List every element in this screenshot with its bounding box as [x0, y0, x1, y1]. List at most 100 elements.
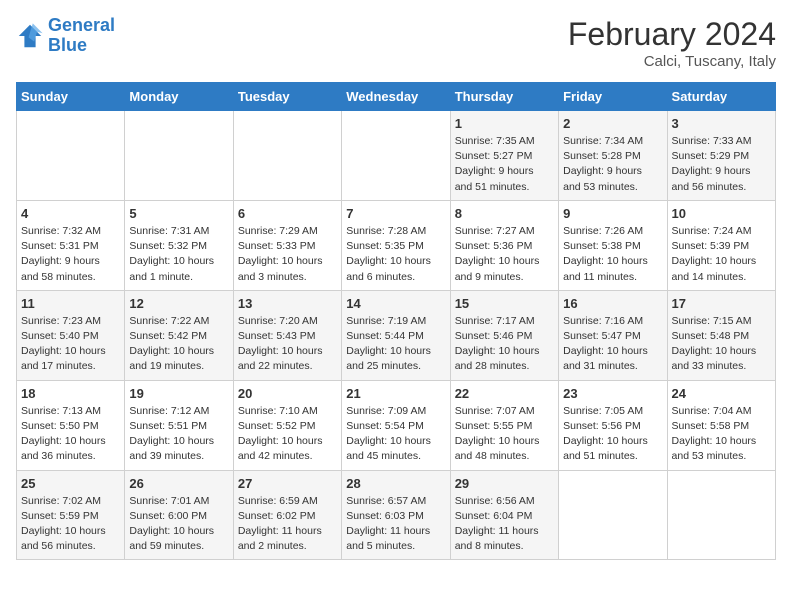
day-number: 2 [563, 116, 662, 131]
logo: General Blue [16, 16, 115, 56]
day-info: Sunrise: 7:07 AM Sunset: 5:55 PM Dayligh… [455, 404, 554, 465]
day-info: Sunrise: 7:09 AM Sunset: 5:54 PM Dayligh… [346, 404, 445, 465]
day-cell: 8 Sunrise: 7:27 AM Sunset: 5:36 PM Daylig… [450, 200, 558, 290]
day-info: Sunrise: 7:34 AM Sunset: 5:28 PM Dayligh… [563, 134, 662, 195]
day-info: Sunrise: 6:56 AM Sunset: 6:04 PM Dayligh… [455, 494, 554, 555]
week-row-4: 18 Sunrise: 7:13 AM Sunset: 5:50 PM Dayli… [17, 380, 776, 470]
col-header-monday: Monday [125, 83, 233, 111]
day-info: Sunrise: 7:15 AM Sunset: 5:48 PM Dayligh… [672, 314, 771, 375]
day-cell: 2 Sunrise: 7:34 AM Sunset: 5:28 PM Daylig… [559, 111, 667, 201]
day-info: Sunrise: 7:33 AM Sunset: 5:29 PM Dayligh… [672, 134, 771, 195]
day-cell: 5 Sunrise: 7:31 AM Sunset: 5:32 PM Daylig… [125, 200, 233, 290]
day-cell: 19 Sunrise: 7:12 AM Sunset: 5:51 PM Dayli… [125, 380, 233, 470]
day-number: 26 [129, 476, 228, 491]
day-info: Sunrise: 7:04 AM Sunset: 5:58 PM Dayligh… [672, 404, 771, 465]
day-cell [559, 470, 667, 560]
col-header-sunday: Sunday [17, 83, 125, 111]
day-number: 1 [455, 116, 554, 131]
day-cell: 1 Sunrise: 7:35 AM Sunset: 5:27 PM Daylig… [450, 111, 558, 201]
day-cell: 7 Sunrise: 7:28 AM Sunset: 5:35 PM Daylig… [342, 200, 450, 290]
day-number: 22 [455, 386, 554, 401]
day-number: 4 [21, 206, 120, 221]
day-number: 9 [563, 206, 662, 221]
day-info: Sunrise: 7:29 AM Sunset: 5:33 PM Dayligh… [238, 224, 337, 285]
day-cell [125, 111, 233, 201]
header: General Blue February 2024 Calci, Tuscan… [16, 16, 776, 70]
day-number: 21 [346, 386, 445, 401]
week-row-1: 1 Sunrise: 7:35 AM Sunset: 5:27 PM Daylig… [17, 111, 776, 201]
day-number: 14 [346, 296, 445, 311]
day-number: 18 [21, 386, 120, 401]
day-cell: 27 Sunrise: 6:59 AM Sunset: 6:02 PM Dayli… [233, 470, 341, 560]
day-cell: 25 Sunrise: 7:02 AM Sunset: 5:59 PM Dayli… [17, 470, 125, 560]
day-info: Sunrise: 7:12 AM Sunset: 5:51 PM Dayligh… [129, 404, 228, 465]
logo-text: General Blue [48, 16, 115, 56]
title-block: February 2024 Calci, Tuscany, Italy [568, 16, 776, 70]
day-number: 19 [129, 386, 228, 401]
day-number: 17 [672, 296, 771, 311]
day-number: 6 [238, 206, 337, 221]
day-info: Sunrise: 7:35 AM Sunset: 5:27 PM Dayligh… [455, 134, 554, 195]
day-cell [233, 111, 341, 201]
day-info: Sunrise: 7:27 AM Sunset: 5:36 PM Dayligh… [455, 224, 554, 285]
day-info: Sunrise: 7:31 AM Sunset: 5:32 PM Dayligh… [129, 224, 228, 285]
col-header-thursday: Thursday [450, 83, 558, 111]
location-subtitle: Calci, Tuscany, Italy [568, 53, 776, 70]
day-cell: 21 Sunrise: 7:09 AM Sunset: 5:54 PM Dayli… [342, 380, 450, 470]
day-info: Sunrise: 6:59 AM Sunset: 6:02 PM Dayligh… [238, 494, 337, 555]
day-info: Sunrise: 7:23 AM Sunset: 5:40 PM Dayligh… [21, 314, 120, 375]
day-cell: 13Sunrise: 7:20 AM Sunset: 5:43 PM Dayli… [233, 290, 341, 380]
day-info: Sunrise: 7:32 AM Sunset: 5:31 PM Dayligh… [21, 224, 120, 285]
month-title: February 2024 [568, 16, 776, 53]
day-cell: 12 Sunrise: 7:22 AM Sunset: 5:42 PM Dayli… [125, 290, 233, 380]
day-number: 12 [129, 296, 228, 311]
day-info: Sunrise: 7:20 AM Sunset: 5:43 PM Dayligh… [238, 314, 337, 375]
day-number: 8 [455, 206, 554, 221]
day-number: 29 [455, 476, 554, 491]
day-cell: 11 Sunrise: 7:23 AM Sunset: 5:40 PM Dayli… [17, 290, 125, 380]
col-header-friday: Friday [559, 83, 667, 111]
day-number: 28 [346, 476, 445, 491]
day-cell: 20Sunrise: 7:10 AM Sunset: 5:52 PM Dayli… [233, 380, 341, 470]
day-cell: 29 Sunrise: 6:56 AM Sunset: 6:04 PM Dayli… [450, 470, 558, 560]
day-info: Sunrise: 6:57 AM Sunset: 6:03 PM Dayligh… [346, 494, 445, 555]
day-info: Sunrise: 7:17 AM Sunset: 5:46 PM Dayligh… [455, 314, 554, 375]
day-cell: 14 Sunrise: 7:19 AM Sunset: 5:44 PM Dayli… [342, 290, 450, 380]
day-cell [17, 111, 125, 201]
day-info: Sunrise: 7:24 AM Sunset: 5:39 PM Dayligh… [672, 224, 771, 285]
day-cell: 26Sunrise: 7:01 AM Sunset: 6:00 PM Dayli… [125, 470, 233, 560]
week-row-2: 4 Sunrise: 7:32 AM Sunset: 5:31 PM Daylig… [17, 200, 776, 290]
day-cell: 3 Sunrise: 7:33 AM Sunset: 5:29 PM Daylig… [667, 111, 775, 201]
day-cell: 24 Sunrise: 7:04 AM Sunset: 5:58 PM Dayli… [667, 380, 775, 470]
day-number: 27 [238, 476, 337, 491]
day-cell: 18 Sunrise: 7:13 AM Sunset: 5:50 PM Dayli… [17, 380, 125, 470]
header-row: SundayMondayTuesdayWednesdayThursdayFrid… [17, 83, 776, 111]
day-info: Sunrise: 7:10 AM Sunset: 5:52 PM Dayligh… [238, 404, 337, 465]
week-row-3: 11 Sunrise: 7:23 AM Sunset: 5:40 PM Dayli… [17, 290, 776, 380]
col-header-tuesday: Tuesday [233, 83, 341, 111]
col-header-wednesday: Wednesday [342, 83, 450, 111]
day-cell: 28 Sunrise: 6:57 AM Sunset: 6:03 PM Dayli… [342, 470, 450, 560]
day-info: Sunrise: 7:28 AM Sunset: 5:35 PM Dayligh… [346, 224, 445, 285]
day-number: 11 [21, 296, 120, 311]
day-cell: 10Sunrise: 7:24 AM Sunset: 5:39 PM Dayli… [667, 200, 775, 290]
day-info: Sunrise: 7:16 AM Sunset: 5:47 PM Dayligh… [563, 314, 662, 375]
day-number: 25 [21, 476, 120, 491]
day-cell [667, 470, 775, 560]
week-row-5: 25 Sunrise: 7:02 AM Sunset: 5:59 PM Dayli… [17, 470, 776, 560]
day-info: Sunrise: 7:02 AM Sunset: 5:59 PM Dayligh… [21, 494, 120, 555]
day-number: 3 [672, 116, 771, 131]
day-cell: 9Sunrise: 7:26 AM Sunset: 5:38 PM Daylig… [559, 200, 667, 290]
col-header-saturday: Saturday [667, 83, 775, 111]
day-info: Sunrise: 7:05 AM Sunset: 5:56 PM Dayligh… [563, 404, 662, 465]
calendar-table: SundayMondayTuesdayWednesdayThursdayFrid… [16, 82, 776, 560]
day-number: 5 [129, 206, 228, 221]
day-number: 24 [672, 386, 771, 401]
day-info: Sunrise: 7:22 AM Sunset: 5:42 PM Dayligh… [129, 314, 228, 375]
day-number: 16 [563, 296, 662, 311]
day-cell: 22 Sunrise: 7:07 AM Sunset: 5:55 PM Dayli… [450, 380, 558, 470]
day-number: 7 [346, 206, 445, 221]
day-info: Sunrise: 7:19 AM Sunset: 5:44 PM Dayligh… [346, 314, 445, 375]
day-info: Sunrise: 7:13 AM Sunset: 5:50 PM Dayligh… [21, 404, 120, 465]
day-cell [342, 111, 450, 201]
